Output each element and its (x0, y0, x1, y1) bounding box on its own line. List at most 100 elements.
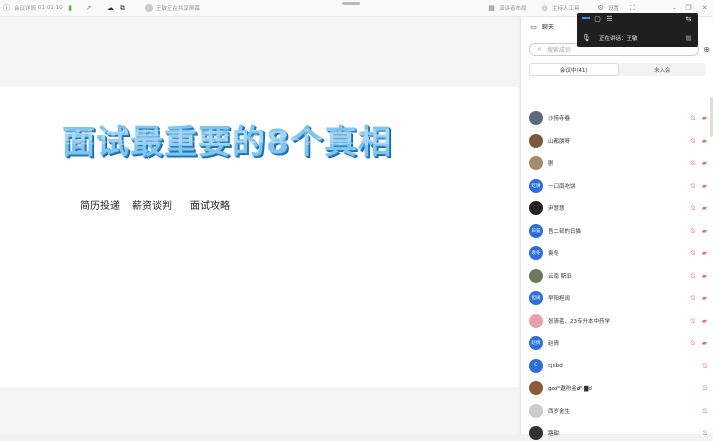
avatar (529, 156, 543, 170)
member-row[interactable]: 剧 ⍉ ▰ (529, 155, 709, 171)
camera-off-icon[interactable]: ▰ (702, 317, 707, 325)
muted-mic-icon[interactable]: ⍉ (691, 182, 695, 191)
camera-off-icon[interactable]: ▰ (702, 227, 707, 235)
member-name: g𝑐𝑑°遨吩金𝒅ᵈ·▇d (548, 385, 592, 392)
speaking-text: 正在讲话：王敏 (599, 36, 638, 42)
member-row[interactable]: 袁冬 袁冬 ⍉ ▰ (529, 245, 709, 261)
meeting-info-button[interactable]: ⓘ 会议详情 (2, 3, 36, 13)
shared-screen-area (0, 17, 518, 434)
subtitle-resume: 简历投递 (80, 201, 120, 212)
member-row[interactable]: 日猫 吾二邨的日猫 ⍉ ▰ (529, 223, 709, 239)
popup-tab-indicator (582, 17, 590, 19)
member-name: 路甜 (548, 431, 560, 437)
member-row[interactable]: Ccjxbd ⍉ (529, 358, 709, 374)
avatar (529, 111, 543, 125)
fullscreen-button[interactable]: ⛶ (628, 3, 637, 13)
collapse-icon[interactable]: ⇆ (684, 14, 693, 23)
muted-mic-icon[interactable]: ⍉ (703, 407, 707, 416)
microphone-icon: 🎙 (582, 33, 591, 42)
member-row[interactable]: g𝑐𝑑°遨吩金𝒅ᵈ·▇d ⍉ (529, 380, 709, 396)
subtitle-salary: 薪资谈判 (132, 201, 172, 212)
muted-mic-icon[interactable]: ⍉ (691, 272, 695, 281)
signal-icon: ▮ (68, 4, 73, 12)
fullscreen-icon: ⛶ (630, 3, 635, 12)
member-row[interactable]: 云南 斯旧 ⍉ ▰ (529, 268, 709, 284)
muted-mic-icon[interactable]: ⍉ (691, 227, 695, 236)
close-button[interactable]: ✕ (700, 3, 709, 13)
camera-off-icon[interactable]: ▰ (702, 204, 707, 212)
member-row[interactable]: 张清茗、23专升本中药学 ⍉ ▰ (529, 313, 709, 329)
cloud-icon: ☁ (107, 4, 114, 12)
restore-button[interactable]: ❐ (684, 3, 693, 13)
close-icon: ✕ (701, 4, 708, 12)
host-tools-button[interactable]: ◎ 主持人工具 (540, 3, 579, 13)
avatar: 袁冬 (529, 246, 543, 260)
camera-off-icon[interactable]: ▰ (702, 272, 707, 280)
muted-mic-icon[interactable]: ⍉ (691, 204, 695, 213)
muted-mic-icon[interactable]: ⍉ (691, 137, 695, 146)
muted-mic-icon[interactable]: ⍉ (691, 294, 695, 303)
member-name: 袁冬 (548, 251, 560, 257)
search-icon: ⌕ (537, 45, 542, 53)
member-name: 剧 (548, 161, 554, 167)
member-row[interactable]: 路甜 ⍉ (529, 425, 709, 441)
chat-tab[interactable]: ▭ 聊天 (529, 22, 554, 32)
tab-not-joined[interactable]: 未入会 (619, 63, 707, 76)
member-tabs: 会议中(41) 未入会 (529, 63, 706, 76)
member-row[interactable]: 赵倩 赵倩 ⍉ ▰ (529, 335, 709, 351)
camera-off-icon[interactable]: ▰ (702, 137, 707, 145)
sharing-dot-icon (145, 4, 153, 12)
member-name: 吾二邨的日猫 (548, 228, 582, 235)
avatar (529, 268, 543, 283)
member-row[interactable]: 担阔 早阳担阔 ⍉ ▰ (529, 290, 709, 306)
avatar (529, 403, 543, 418)
muted-mic-icon[interactable]: ⍉ (691, 249, 695, 258)
avatar (529, 201, 543, 215)
muted-mic-icon[interactable]: ⍉ (703, 362, 707, 371)
avatar: 吃饼 (529, 178, 543, 193)
member-row[interactable]: 吃饼 一口南吃饼 ⍉ ▰ (529, 178, 709, 194)
avatar: 赵倩 (529, 336, 543, 350)
drag-handle[interactable] (342, 2, 360, 5)
camera-off-icon[interactable]: ▰ (702, 294, 707, 302)
member-name: 早阳担阔 (548, 296, 571, 302)
avatar (529, 381, 543, 395)
member-row[interactable]: 尹慧慧 ⍉ ▰ (529, 200, 709, 216)
camera-off-icon[interactable]: ▰ (702, 249, 707, 257)
member-row[interactable]: 沙捞寺春 ⍉ ▰ (529, 110, 709, 126)
list-icon[interactable]: ☰ (605, 14, 614, 23)
avatar: C (529, 358, 543, 373)
window-icon[interactable]: ▢ (593, 14, 602, 23)
camera-off-icon[interactable]: ▰ (702, 159, 707, 167)
camera-off-icon[interactable]: ▰ (702, 182, 707, 190)
member-name: 一口南吃饼 (548, 183, 576, 190)
camera-off-icon[interactable]: ▰ (702, 114, 707, 122)
member-name: 山都朋呀 (548, 138, 571, 145)
tab-in-meeting[interactable]: 会议中(41) (529, 63, 619, 76)
muted-mic-icon[interactable]: ⍉ (691, 159, 695, 168)
member-row[interactable]: 西岁金生 ⍉ (529, 403, 709, 419)
avatar (529, 313, 543, 328)
member-name: 云南 斯旧 (548, 273, 572, 280)
invite-member-icon[interactable]: ⊕ (703, 45, 710, 54)
member-row[interactable]: 山都朋呀 ⍉ ▰ (529, 133, 709, 149)
muted-mic-icon[interactable]: ⍉ (703, 384, 707, 393)
translate-icon: ⧉ (120, 3, 125, 12)
muted-mic-icon[interactable]: ⍉ (691, 317, 695, 326)
slide-subtitles: 简历投递 薪资谈判 面试攻略 (80, 197, 230, 212)
presenter-layout-button[interactable]: ▦ 演讲者布局 (487, 3, 526, 13)
camera-off-icon[interactable]: ▰ (702, 339, 707, 347)
member-name: 赵倩 (548, 341, 560, 347)
share-link-button[interactable]: ↗ (84, 3, 93, 13)
slide-title-reflection: 面试最重要的8个真相 (62, 127, 392, 147)
minimize-button[interactable]: – (670, 3, 679, 13)
minimize-icon: – (672, 4, 677, 12)
settings-button[interactable]: ⚙ 设置 (596, 3, 619, 13)
muted-mic-icon[interactable]: ⍉ (691, 114, 695, 123)
avatar: 日猫 (529, 223, 543, 238)
avatar (529, 133, 543, 148)
sharing-status: 王敏正在共享屏幕 (145, 3, 200, 13)
muted-mic-icon[interactable]: ⍉ (691, 339, 695, 348)
share-icon: ↗ (85, 4, 92, 12)
cloud-record-button[interactable]: ☁ ⧉ (106, 3, 127, 13)
